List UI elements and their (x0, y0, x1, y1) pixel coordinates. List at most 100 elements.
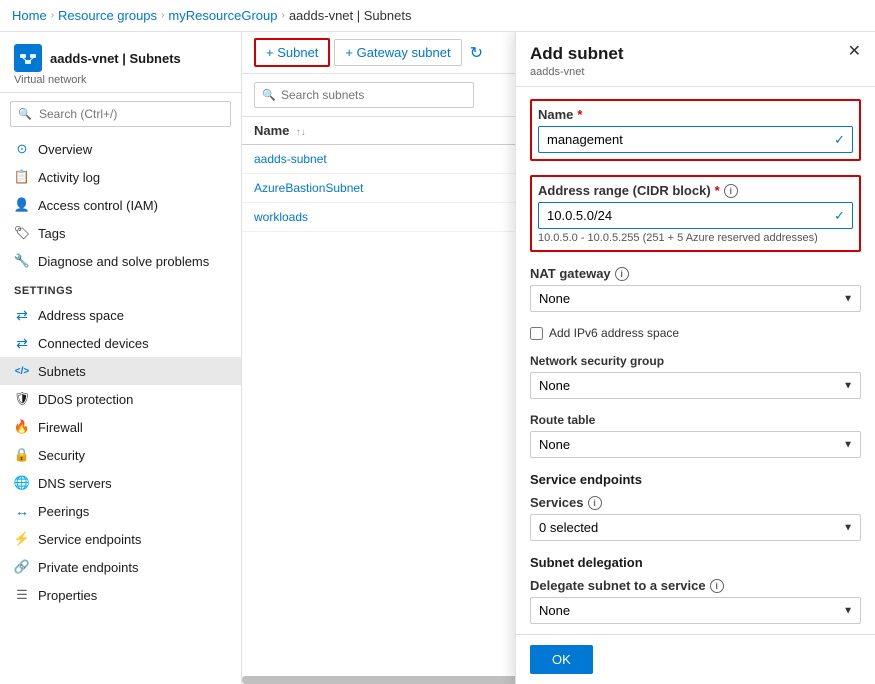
sidebar-search-input[interactable] (10, 101, 231, 127)
dns-icon (14, 475, 30, 491)
peerings-icon (14, 503, 30, 519)
add-subnet-button[interactable]: + Subnet (254, 38, 330, 67)
name-input[interactable] (538, 126, 853, 153)
breadcrumb-home[interactable]: Home (12, 8, 47, 23)
sidebar-item-ddos[interactable]: DDoS protection (0, 385, 241, 413)
nat-gateway-label: NAT gateway i (530, 266, 861, 281)
devices-icon (14, 335, 30, 351)
add-gateway-subnet-button[interactable]: + Gateway subnet (334, 39, 461, 66)
sidebar-item-activity-log[interactable]: Activity log (0, 163, 241, 191)
security-icon (14, 447, 30, 463)
address-range-input[interactable] (538, 202, 853, 229)
sidebar-item-private-endpoints[interactable]: Private endpoints (0, 553, 241, 581)
content-search-icon: 🔍 (262, 89, 276, 102)
nsg-select[interactable]: None (530, 372, 861, 399)
sidebar-item-firewall[interactable]: Firewall (0, 413, 241, 441)
subnet-delegation-group: Subnet delegation Delegate subnet to a s… (530, 555, 861, 624)
services-info-icon[interactable]: i (588, 496, 602, 510)
subnet-delegation-title: Subnet delegation (530, 555, 861, 570)
panel-close-button[interactable]: ✕ (848, 44, 861, 60)
service-endpoints-title: Service endpoints (530, 472, 861, 487)
address-range-field-group: Address range (CIDR block) * i ✓ 10.0.5.… (530, 175, 861, 252)
settings-section-label: Settings (0, 275, 241, 301)
name-check-icon: ✓ (834, 132, 845, 148)
sidebar-label-activity: Activity log (38, 170, 100, 185)
panel-body: Name * ✓ Address range (CIDR block) * i (516, 87, 875, 634)
breadcrumb-resource-group[interactable]: myResourceGroup (168, 8, 277, 23)
sidebar-item-diagnose[interactable]: Diagnose and solve problems (0, 247, 241, 275)
ipv6-checkbox[interactable] (530, 327, 543, 340)
diagnose-icon (14, 253, 30, 269)
ipv6-label[interactable]: Add IPv6 address space (549, 326, 679, 340)
activity-icon (14, 169, 30, 185)
breadcrumb-current: aadds-vnet | Subnets (289, 8, 412, 23)
sidebar-item-peerings[interactable]: Peerings (0, 497, 241, 525)
sidebar-label-devices: Connected devices (38, 336, 149, 351)
nat-gateway-info-icon[interactable]: i (615, 267, 629, 281)
sidebar-item-subnets[interactable]: </> Subnets (0, 357, 241, 385)
sidebar-subtitle: Virtual network (14, 74, 227, 86)
sidebar-header: aadds-vnet | Subnets Virtual network (0, 32, 241, 93)
sidebar-item-access-control[interactable]: Access control (IAM) (0, 191, 241, 219)
address-range-label: Address range (CIDR block) * i (538, 183, 853, 198)
priv-ep-icon (14, 559, 30, 575)
nat-gateway-select[interactable]: None (530, 285, 861, 312)
name-required: * (577, 107, 582, 122)
services-label: Services i (530, 495, 861, 510)
sidebar-item-service-endpoints[interactable]: Service endpoints (0, 525, 241, 553)
address-range-required: * (715, 183, 720, 198)
sidebar-label-tags: Tags (38, 226, 65, 241)
sidebar-item-properties[interactable]: Properties (0, 581, 241, 609)
subnets-icon: </> (14, 363, 30, 379)
address-range-check-icon: ✓ (834, 208, 845, 224)
name-label: Name * (538, 107, 853, 122)
nsg-select-wrapper: None ▼ (530, 372, 861, 399)
delegate-info-icon[interactable]: i (710, 579, 724, 593)
sidebar-title: aadds-vnet | Subnets (50, 51, 181, 66)
sidebar-item-overview[interactable]: Overview (0, 135, 241, 163)
sidebar-label-diagnose: Diagnose and solve problems (38, 254, 209, 269)
sidebar-item-dns[interactable]: DNS servers (0, 469, 241, 497)
subnet-search-input[interactable] (254, 82, 474, 108)
services-select[interactable]: 0 selected (530, 514, 861, 541)
sidebar-search-box: 🔍 (10, 101, 231, 127)
tags-icon (14, 225, 30, 241)
breadcrumb-resource-groups[interactable]: Resource groups (58, 8, 157, 23)
sidebar-label-access: Access control (IAM) (38, 198, 158, 213)
sidebar-label-firewall: Firewall (38, 420, 83, 435)
sidebar-label-props: Properties (38, 588, 97, 603)
firewall-icon (14, 419, 30, 435)
nat-gateway-select-wrapper: None ▼ (530, 285, 861, 312)
sidebar-item-security[interactable]: Security (0, 441, 241, 469)
search-icon: 🔍 (18, 108, 32, 121)
panel-header: Add subnet aadds-vnet ✕ (516, 32, 875, 87)
route-table-select[interactable]: None (530, 431, 861, 458)
route-table-select-wrapper: None ▼ (530, 431, 861, 458)
delegate-select[interactable]: None (530, 597, 861, 624)
address-range-info-icon[interactable]: i (724, 184, 738, 198)
nsg-label: Network security group (530, 354, 861, 368)
content-area: + Subnet + Gateway subnet ↻ 🔍 Name ↑↓ (242, 32, 875, 684)
panel-subtitle: aadds-vnet (530, 66, 624, 78)
overview-icon (14, 141, 30, 157)
sort-icon-name: ↑↓ (296, 127, 306, 138)
ok-button[interactable]: OK (530, 645, 593, 674)
sidebar-label-peerings: Peerings (38, 504, 89, 519)
sidebar: aadds-vnet | Subnets Virtual network 🔍 O… (0, 32, 242, 684)
delegate-select-wrapper: None ▼ (530, 597, 861, 624)
name-field-group: Name * ✓ (530, 99, 861, 161)
props-icon (14, 587, 30, 603)
address-range-hint: 10.0.5.0 - 10.0.5.255 (251 + 5 Azure res… (538, 232, 853, 244)
sidebar-item-address-space[interactable]: Address space (0, 301, 241, 329)
sidebar-item-connected-devices[interactable]: Connected devices (0, 329, 241, 357)
sidebar-item-tags[interactable]: Tags (0, 219, 241, 247)
address-icon (14, 307, 30, 323)
add-subnet-panel: Add subnet aadds-vnet ✕ Name * ✓ (515, 32, 875, 684)
sidebar-label-address: Address space (38, 308, 124, 323)
sidebar-label-security: Security (38, 448, 85, 463)
address-range-input-wrapper: ✓ (538, 202, 853, 229)
ddos-icon (14, 391, 30, 407)
refresh-button[interactable]: ↻ (466, 39, 487, 67)
route-table-label: Route table (530, 413, 861, 427)
nsg-field-group: Network security group None ▼ (530, 354, 861, 399)
